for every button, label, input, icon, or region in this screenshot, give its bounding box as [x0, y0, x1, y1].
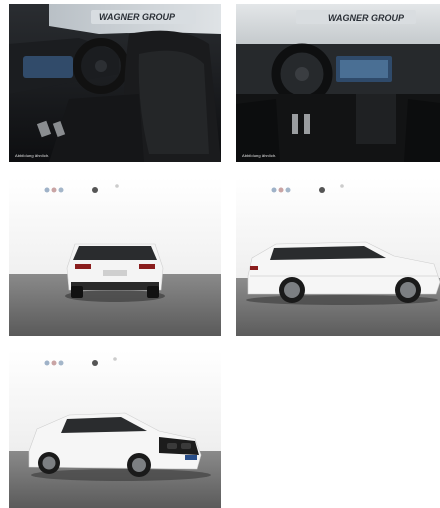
- dealer-banner-text: WAGNER GROUP: [328, 13, 405, 23]
- image-gallery: WAGNER GROUP Abbildung ähnlich. WAGNER G…: [0, 0, 440, 508]
- disclaimer-caption: Abbildung ähnlich.: [242, 153, 277, 158]
- interior-dashboard-photo: WAGNER GROUP: [236, 4, 440, 162]
- dealer-banner-text: WAGNER GROUP: [99, 12, 176, 22]
- car-side-photo: [236, 178, 440, 336]
- gallery-thumbnail-interior-dashboard[interactable]: WAGNER GROUP Abbildung ähnlich.: [236, 4, 440, 162]
- car-front-photo: [9, 351, 221, 508]
- gallery-thumbnail-rear-view[interactable]: [9, 178, 221, 336]
- gallery-thumbnail-interior-side[interactable]: WAGNER GROUP Abbildung ähnlich.: [9, 4, 221, 162]
- car-rear-photo: [9, 178, 221, 336]
- gallery-thumbnail-front-view[interactable]: [9, 351, 221, 508]
- interior-side-photo: WAGNER GROUP: [9, 4, 221, 162]
- disclaimer-caption: Abbildung ähnlich.: [15, 153, 50, 158]
- gallery-thumbnail-side-view[interactable]: [236, 178, 440, 336]
